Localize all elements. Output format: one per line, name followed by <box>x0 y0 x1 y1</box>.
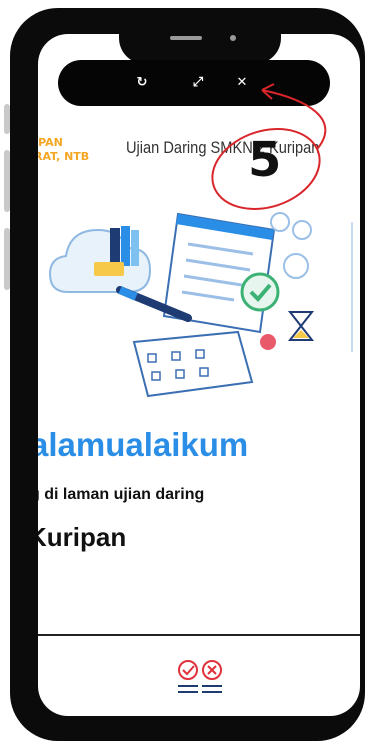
step-number-label: 5 <box>248 132 282 188</box>
browser-toolbar: ↻ ⤢ ✕ <box>58 60 330 106</box>
phone-frame: IPAN RAT, NTB Ujian Daring SMKN 2 Kuripa… <box>10 8 365 741</box>
refresh-icon[interactable]: ↻ <box>132 73 152 93</box>
close-icon[interactable]: ✕ <box>232 73 252 93</box>
phone-screen: IPAN RAT, NTB Ujian Daring SMKN 2 Kuripa… <box>38 34 360 716</box>
school-heading: Kuripan <box>38 522 127 552</box>
exam-illustration <box>48 212 353 398</box>
bottom-divider <box>38 634 360 636</box>
phone-notch <box>119 16 281 64</box>
speaker-grille <box>170 36 202 40</box>
expand-icon[interactable]: ⤢ <box>188 73 208 93</box>
school-logo-text: IPAN RAT, NTB <box>38 136 90 163</box>
check-cross-list-icon[interactable] <box>172 658 228 698</box>
greeting-heading: alamualaikum <box>38 426 249 463</box>
welcome-subtitle: g di laman ujian daring <box>38 486 205 503</box>
front-camera <box>230 35 236 41</box>
page-title: Ujian Daring SMKN 2 Kuripan <box>126 138 320 157</box>
